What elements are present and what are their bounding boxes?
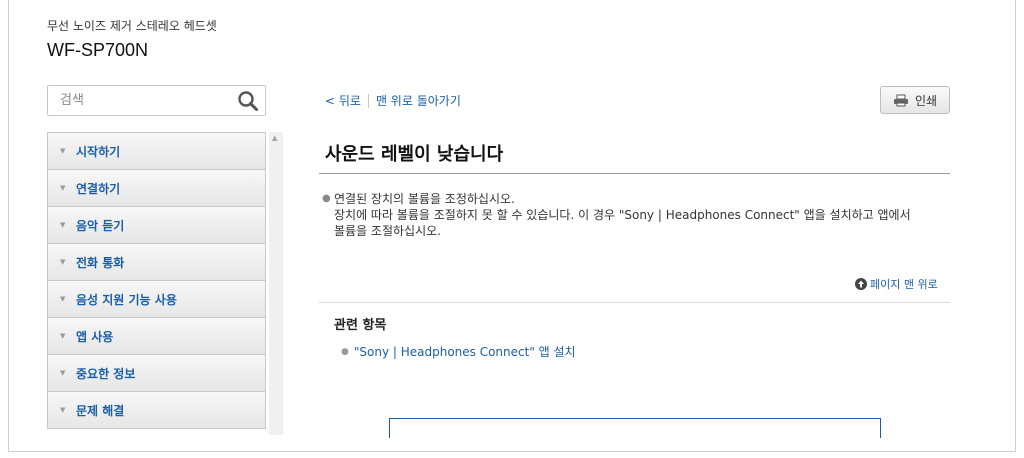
caret-down-icon: ▼ [60, 295, 66, 303]
sidebar-nav: ▼ 시작하기 ▼ 연결하기 ▼ 음악 듣기 ▼ 전화 통화 ▼ 음성 지원 기능… [47, 132, 266, 429]
model-name: WF-SP700N [47, 40, 149, 60]
print-label: 인쇄 [914, 93, 938, 108]
printer-icon [893, 94, 908, 106]
title-divider [319, 173, 950, 174]
sidebar-item-important-info[interactable]: ▼ 중요한 정보 [47, 355, 266, 392]
sidebar-item-label: 앱 사용 [76, 329, 114, 344]
instruction-line: 연결된 장치의 볼륨을 조정하십시오. [334, 192, 515, 206]
search-icon[interactable] [237, 90, 259, 112]
sidebar-item-using-app[interactable]: ▼ 앱 사용 [47, 318, 266, 355]
arrow-up-circle-icon [855, 278, 867, 290]
divider [367, 93, 369, 108]
site-header: 무선 노이즈 제거 스테레오 헤드셋 WF-SP700N [47, 18, 217, 61]
sidebar-item-label: 시작하기 [76, 144, 121, 159]
product-line: 무선 노이즈 제거 스테레오 헤드셋 [47, 19, 217, 33]
back-link[interactable]: < 뒤로 [325, 92, 361, 109]
caret-down-icon: ▼ [60, 332, 66, 340]
sidebar-item-voice-assist[interactable]: ▼ 음성 지원 기능 사용 [47, 281, 266, 318]
search-box [47, 85, 266, 116]
print-button[interactable]: 인쇄 [880, 86, 950, 114]
caret-down-icon: ▼ [60, 406, 66, 414]
instruction-line: 볼륨을 조절하십시오. [334, 224, 441, 238]
page-title: 사운드 레벨이 낮습니다 [325, 144, 504, 165]
caret-down-icon: ▼ [60, 258, 66, 266]
sidebar-item-label: 연결하기 [76, 181, 121, 196]
caret-down-icon: ▼ [60, 184, 66, 192]
search-input[interactable] [48, 86, 228, 115]
sidebar-item-troubleshooting[interactable]: ▼ 문제 해결 [47, 392, 266, 429]
scroll-up-icon[interactable]: ▲ [272, 134, 277, 142]
sidebar-item-getting-started[interactable]: ▼ 시작하기 [47, 132, 266, 170]
sidebar-item-label: 음악 듣기 [76, 218, 125, 233]
sidebar-item-listening-music[interactable]: ▼ 음악 듣기 [47, 207, 266, 244]
sidebar-scrollbar[interactable]: ▲ [269, 132, 283, 435]
page-top-label: 페이지 맨 위로 [870, 278, 938, 291]
caret-down-icon: ▼ [60, 221, 66, 229]
sidebar-item-label: 전화 통화 [76, 255, 125, 270]
instruction-block: ● 연결된 장치의 볼륨을 조정하십시오. 장치에 따라 볼륨을 조절하지 못 … [322, 191, 911, 239]
bullet-icon: ● [322, 193, 331, 204]
caret-down-icon: ▼ [60, 147, 66, 155]
breadcrumb-bar: < 뒤로 맨 위로 돌아가기 [325, 92, 461, 109]
sidebar-item-label: 문제 해결 [76, 403, 125, 418]
caret-down-icon: ▼ [60, 369, 66, 377]
section-divider [319, 302, 950, 303]
bottom-panel [389, 418, 881, 438]
back-to-top-link[interactable]: 맨 위로 돌아가기 [376, 92, 461, 109]
sidebar-item-connecting[interactable]: ▼ 연결하기 [47, 170, 266, 207]
bullet-icon: ● [341, 346, 349, 357]
page-top-link[interactable]: 페이지 맨 위로 [855, 276, 938, 292]
sidebar-item-label: 중요한 정보 [76, 366, 136, 381]
sidebar-item-phone-calls[interactable]: ▼ 전화 통화 [47, 244, 266, 281]
instruction-line: 장치에 따라 볼륨을 조절하지 못 할 수 있습니다. 이 경우 "Sony |… [334, 208, 911, 222]
related-heading: 관련 항목 [334, 318, 387, 333]
sidebar-item-label: 음성 지원 기능 사용 [76, 292, 177, 307]
related-link-app-install[interactable]: ● "Sony | Headphones Connect" 앱 설치 [341, 343, 576, 360]
related-link-label: "Sony | Headphones Connect" 앱 설치 [353, 345, 576, 359]
